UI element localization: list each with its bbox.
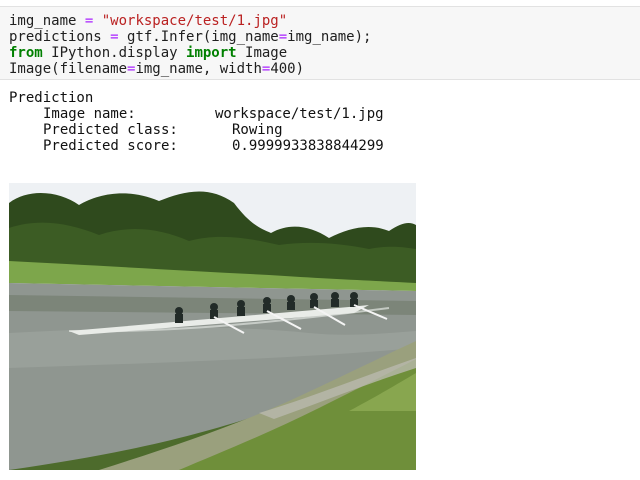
image-name-value: workspace/test/1.jpg xyxy=(215,106,384,122)
code-token-string: "workspace/test/1.jpg" xyxy=(101,13,288,29)
code-token-var: predictions xyxy=(9,29,102,45)
code-token-arg: 400) xyxy=(270,61,305,77)
output-heading: Prediction xyxy=(9,90,94,106)
code-line-2: predictions = gtf.Infer(img_name=img_nam… xyxy=(9,29,371,45)
code-token-arg: img_name); xyxy=(287,29,372,45)
code-line-4: Image(filename=img_name, width=400) xyxy=(9,61,304,77)
predicted-score-label: Predicted score: xyxy=(43,138,178,154)
code-line-1: img_name = "workspace/test/1.jpg" xyxy=(9,13,287,29)
code-token-call: Image(filename xyxy=(9,61,128,77)
code-token-op: = xyxy=(101,29,128,45)
code-token-arg: img_name, width xyxy=(135,61,262,77)
code-token-keyword: from xyxy=(9,45,43,61)
code-token-module: IPython.display xyxy=(42,45,187,61)
predicted-score-value: 0.9999933838844299 xyxy=(232,138,384,154)
code-token-var: img_name xyxy=(9,13,77,29)
code-line-3: from IPython.display import Image xyxy=(9,45,287,61)
code-token-op: = xyxy=(76,13,102,29)
predicted-class-label: Predicted class: xyxy=(43,122,178,138)
code-token-op: = xyxy=(278,29,288,45)
code-cell[interactable]: img_name = "workspace/test/1.jpg" predic… xyxy=(0,6,640,80)
rowing-photo-drawing xyxy=(9,183,416,470)
code-token-call: gtf.Infer(img_name xyxy=(127,29,279,45)
predicted-class-value: Rowing xyxy=(232,122,283,138)
code-token-name: Image xyxy=(236,45,288,61)
image-name-label: Image name: xyxy=(43,106,136,122)
rowing-photo xyxy=(9,183,416,470)
code-token-keyword: import xyxy=(186,45,237,61)
